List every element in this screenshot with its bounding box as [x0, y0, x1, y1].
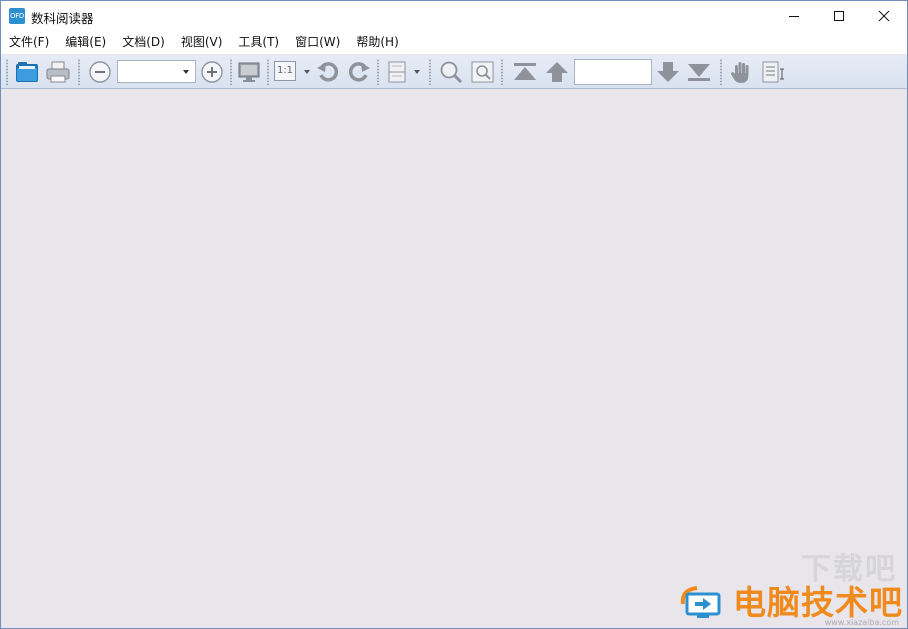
menu-view[interactable]: 视图(V): [173, 32, 231, 54]
menu-bar: 文件(F) 编辑(E) 文档(D) 视图(V) 工具(T) 窗口(W) 帮助(H…: [1, 32, 907, 54]
menu-window[interactable]: 窗口(W): [287, 32, 348, 54]
title-bar[interactable]: OFD 数科阅读器: [1, 1, 907, 32]
rotate-left-icon: [317, 62, 339, 82]
zoom-region-icon: [471, 61, 494, 83]
minimize-button[interactable]: [771, 1, 817, 31]
hand-icon: [731, 62, 749, 83]
zoom-select-value: [118, 65, 122, 79]
toolbar-separator: [230, 59, 232, 85]
close-button[interactable]: [861, 1, 907, 31]
previous-page-button[interactable]: [543, 59, 571, 85]
toolbar-separator: [720, 59, 722, 85]
watermark-faded-text: 下载吧: [801, 552, 897, 587]
menu-file[interactable]: 文件(F): [1, 32, 57, 54]
zoom-select[interactable]: [117, 60, 196, 83]
toolbar-separator: [429, 59, 431, 85]
last-page-button[interactable]: [685, 59, 713, 85]
monitor-icon: [238, 62, 260, 82]
menu-tools[interactable]: 工具(T): [230, 32, 287, 54]
toolbar-grip: [6, 59, 8, 85]
search-button[interactable]: [437, 59, 465, 85]
app-window: OFD 数科阅读器 文件(F) 编辑(E) 文档(D) 视图(V) 工具(T) …: [0, 0, 908, 629]
page-number-input[interactable]: [574, 59, 652, 85]
watermark-url: www.xiazaiba.com: [824, 618, 899, 627]
arrow-down-icon: [657, 62, 679, 82]
page-layout-icon: [388, 61, 406, 83]
rotate-right-button[interactable]: [346, 59, 372, 85]
menu-help[interactable]: 帮助(H): [348, 32, 406, 54]
app-icon: OFD: [9, 8, 25, 24]
minus-circle-icon: [89, 61, 111, 83]
maximize-button[interactable]: [816, 1, 862, 31]
fullscreen-button[interactable]: [236, 59, 262, 85]
hand-tool-button[interactable]: [728, 59, 756, 85]
toolbar-separator: [78, 59, 80, 85]
printer-icon: [46, 61, 70, 83]
arrow-up-icon: [546, 62, 568, 82]
toolbar: 1:1: [1, 55, 907, 89]
watermark: 电脑技术吧: [679, 584, 903, 622]
plus-circle-icon: [201, 61, 223, 83]
page-layout-button[interactable]: [384, 59, 410, 85]
watermark-text: 电脑技术吧: [733, 583, 903, 622]
minimize-icon: [789, 16, 799, 17]
select-text-icon: [762, 61, 784, 83]
actual-size-button[interactable]: 1:1: [274, 61, 296, 81]
chevron-down-icon: [183, 70, 189, 74]
maximize-icon: [834, 11, 844, 21]
last-page-icon: [688, 64, 710, 81]
next-page-button[interactable]: [654, 59, 682, 85]
open-folder-icon: [16, 62, 38, 82]
open-button[interactable]: [13, 59, 41, 85]
menu-document[interactable]: 文档(D): [114, 32, 173, 54]
menu-edit[interactable]: 编辑(E): [57, 32, 114, 54]
search-icon: [440, 61, 463, 84]
select-text-button[interactable]: [759, 59, 787, 85]
actual-size-dropdown-icon[interactable]: [304, 70, 310, 74]
first-page-icon: [514, 63, 536, 80]
zoom-in-button[interactable]: [199, 59, 225, 85]
print-button[interactable]: [44, 59, 72, 85]
toolbar-separator: [267, 59, 269, 85]
close-icon: [878, 10, 890, 22]
first-page-button[interactable]: [511, 59, 539, 85]
document-workspace[interactable]: [1, 89, 907, 628]
rotate-left-button[interactable]: [315, 59, 341, 85]
computer-logo-icon: [680, 586, 721, 618]
page-layout-dropdown-icon[interactable]: [414, 70, 420, 74]
zoom-out-button[interactable]: [87, 59, 113, 85]
zoom-region-button[interactable]: [469, 59, 497, 85]
rotate-right-icon: [348, 62, 370, 82]
toolbar-separator: [501, 59, 503, 85]
window-title: 数科阅读器: [31, 11, 94, 26]
toolbar-separator: [377, 59, 379, 85]
